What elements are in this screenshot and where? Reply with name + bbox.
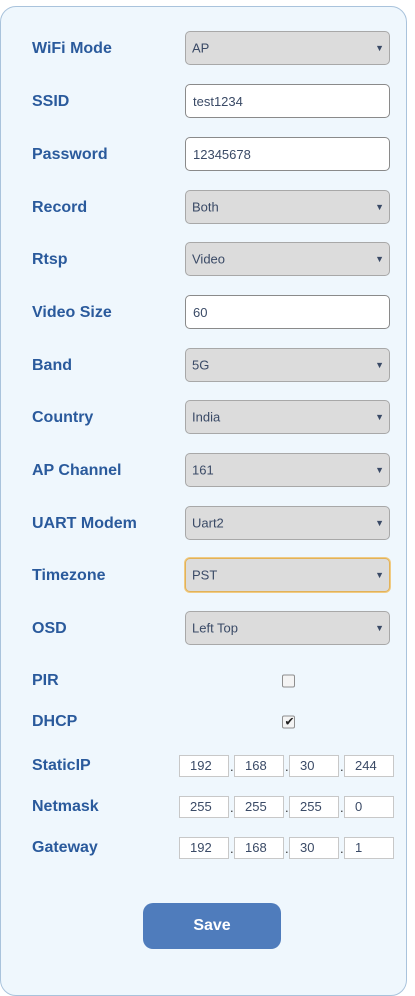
static-ip-octet-4[interactable]: 244 — [344, 755, 394, 777]
netmask-octet-2[interactable]: 255 — [234, 796, 284, 818]
gateway-group: 192 . 168 . 30 . 1 — [179, 837, 394, 859]
osd-label: OSD — [32, 620, 67, 637]
country-value: India — [192, 409, 221, 425]
gateway-octet-2[interactable]: 168 — [234, 837, 284, 859]
static-ip-label: StaticIP — [32, 757, 91, 774]
row-rtsp: Rtsp Video ▼ — [1, 242, 406, 278]
netmask-label: Netmask — [32, 798, 99, 815]
uart-modem-select[interactable]: Uart2 ▼ — [185, 506, 390, 540]
chevron-down-icon: ▼ — [375, 623, 384, 633]
checkmark-icon: ✔ — [284, 714, 295, 729]
ssid-input[interactable] — [185, 84, 390, 118]
chevron-down-icon: ▼ — [375, 465, 384, 475]
row-static-ip: StaticIP 192 . 168 . 30 . 244 — [1, 748, 406, 784]
row-country: Country India ▼ — [1, 400, 406, 436]
save-button[interactable]: Save — [143, 903, 281, 949]
chevron-down-icon: ▼ — [375, 518, 384, 528]
chevron-down-icon: ▼ — [375, 360, 384, 370]
pir-checkbox[interactable] — [282, 674, 295, 688]
gateway-octet-1[interactable]: 192 — [179, 837, 229, 859]
settings-panel: WiFi Mode AP ▼ SSID Password Record Both… — [0, 6, 407, 996]
row-band: Band 5G ▼ — [1, 348, 406, 384]
row-video-size: Video Size — [1, 295, 406, 331]
ap-channel-label: AP Channel — [32, 462, 122, 479]
row-password: Password — [1, 137, 406, 173]
row-timezone: Timezone PST ▼ — [1, 558, 406, 594]
chevron-down-icon: ▼ — [375, 43, 384, 53]
gateway-label: Gateway — [32, 839, 98, 856]
row-ssid: SSID — [1, 84, 406, 120]
netmask-octet-3[interactable]: 255 — [289, 796, 339, 818]
chevron-down-icon: ▼ — [375, 412, 384, 422]
country-select[interactable]: India ▼ — [185, 400, 390, 434]
record-select[interactable]: Both ▼ — [185, 190, 390, 224]
band-select[interactable]: 5G ▼ — [185, 348, 390, 382]
row-record: Record Both ▼ — [1, 190, 406, 226]
osd-value: Left Top — [192, 620, 239, 636]
row-dhcp: DHCP ✔ — [1, 704, 406, 740]
wifi-mode-label: WiFi Mode — [32, 40, 112, 57]
row-osd: OSD Left Top ▼ — [1, 611, 406, 647]
gateway-octet-4[interactable]: 1 — [344, 837, 394, 859]
osd-select[interactable]: Left Top ▼ — [185, 611, 390, 645]
chevron-down-icon: ▼ — [375, 202, 384, 212]
band-value: 5G — [192, 357, 210, 373]
band-label: Band — [32, 357, 72, 374]
chevron-down-icon: ▼ — [375, 570, 384, 580]
password-label: Password — [32, 146, 108, 163]
timezone-label: Timezone — [32, 567, 106, 584]
dhcp-checkbox[interactable]: ✔ — [282, 714, 295, 729]
static-ip-octet-2[interactable]: 168 — [234, 755, 284, 777]
row-netmask: Netmask 255 . 255 . 255 . 0 — [1, 789, 406, 825]
ap-channel-value: 161 — [192, 462, 214, 478]
uart-modem-label: UART Modem — [32, 515, 137, 532]
netmask-octet-1[interactable]: 255 — [179, 796, 229, 818]
uart-modem-value: Uart2 — [192, 515, 224, 531]
timezone-select[interactable]: PST ▼ — [185, 558, 390, 592]
country-label: Country — [32, 409, 94, 426]
wifi-mode-select[interactable]: AP ▼ — [185, 31, 390, 65]
chevron-down-icon: ▼ — [375, 254, 384, 264]
netmask-group: 255 . 255 . 255 . 0 — [179, 796, 394, 818]
rtsp-select[interactable]: Video ▼ — [185, 242, 390, 276]
ssid-label: SSID — [32, 93, 70, 110]
ap-channel-select[interactable]: 161 ▼ — [185, 453, 390, 487]
wifi-mode-value: AP — [192, 40, 210, 56]
pir-label: PIR — [32, 672, 59, 689]
row-uart-modem: UART Modem Uart2 ▼ — [1, 506, 406, 542]
static-ip-group: 192 . 168 . 30 . 244 — [179, 755, 394, 777]
row-wifi-mode: WiFi Mode AP ▼ — [1, 31, 406, 67]
row-gateway: Gateway 192 . 168 . 30 . 1 — [1, 830, 406, 866]
row-pir: PIR — [1, 663, 406, 699]
static-ip-octet-1[interactable]: 192 — [179, 755, 229, 777]
record-value: Both — [192, 199, 219, 215]
gateway-octet-3[interactable]: 30 — [289, 837, 339, 859]
dhcp-label: DHCP — [32, 713, 78, 730]
password-input[interactable] — [185, 137, 390, 171]
video-size-label: Video Size — [32, 304, 112, 321]
video-size-input[interactable] — [185, 295, 390, 329]
rtsp-value: Video — [192, 251, 226, 267]
record-label: Record — [32, 199, 88, 216]
static-ip-octet-3[interactable]: 30 — [289, 755, 339, 777]
timezone-value: PST — [192, 567, 218, 583]
netmask-octet-4[interactable]: 0 — [344, 796, 394, 818]
rtsp-label: Rtsp — [32, 251, 68, 268]
row-ap-channel: AP Channel 161 ▼ — [1, 453, 406, 489]
